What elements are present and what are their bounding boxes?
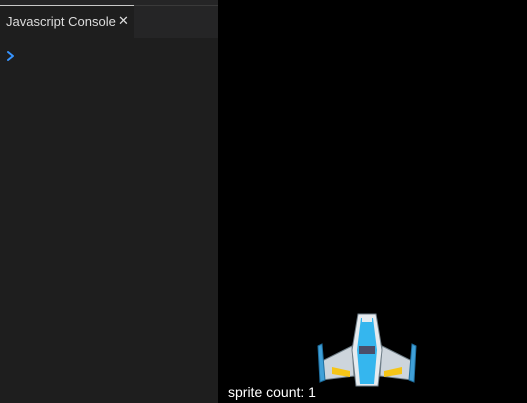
javascript-console-panel: Javascript Console ✕	[0, 0, 218, 403]
chevron-right-icon	[7, 51, 14, 61]
close-icon[interactable]: ✕	[118, 13, 129, 29]
sprite-count-label: sprite count: 1	[228, 384, 316, 400]
tab-strip: Javascript Console ✕	[0, 0, 218, 38]
tab-strip-divider	[134, 5, 218, 6]
spaceship-icon	[317, 313, 417, 387]
game-canvas[interactable]: sprite count: 1	[218, 0, 527, 403]
console-input[interactable]	[22, 44, 212, 66]
app-window: Javascript Console ✕ sprite count: 1	[0, 0, 527, 403]
tab-label: Javascript Console	[6, 14, 116, 29]
tab-javascript-console[interactable]: Javascript Console ✕	[0, 6, 134, 38]
